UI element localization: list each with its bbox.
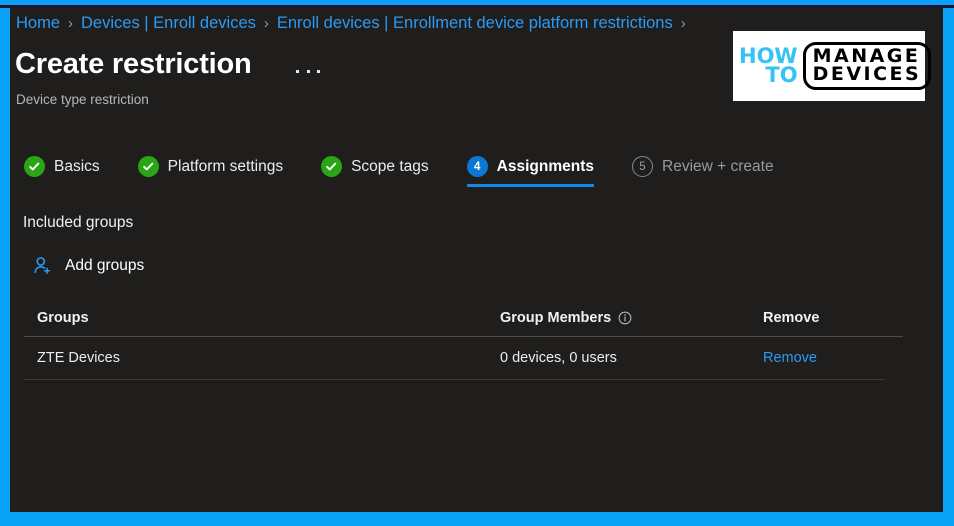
window-border-right (943, 0, 954, 526)
tab-platform-settings[interactable]: Platform settings (137, 156, 284, 187)
tab-assignments[interactable]: 4 Assignments (466, 156, 594, 187)
table-header-row: Groups Group Members Remove (24, 302, 903, 337)
howtomanagedevices-logo: HOW TO MANAGE DEVICES (733, 31, 932, 101)
breadcrumb-item-home[interactable]: Home (16, 14, 60, 33)
info-icon[interactable] (618, 311, 632, 325)
add-groups-label: Add groups (65, 257, 145, 274)
tab-review-create-label: Review + create (662, 157, 774, 175)
breadcrumb: Home › Devices | Enroll devices › Enroll… (16, 11, 694, 35)
kebab-dot (306, 69, 310, 73)
page-subtitle: Device type restriction (16, 92, 149, 107)
active-tab-underline (466, 184, 594, 187)
column-header-group-members: Group Members (500, 310, 763, 326)
check-icon (321, 156, 343, 177)
kebab-dot (317, 69, 320, 73)
table-row: ZTE Devices 0 devices, 0 users Remove (24, 337, 885, 380)
page-title: Create restriction (15, 48, 252, 80)
tab-scope-tags-label: Scope tags (351, 157, 429, 175)
column-header-remove: Remove (763, 310, 820, 326)
tab-basics[interactable]: Basics (24, 156, 100, 187)
tab-basics-label: Basics (54, 157, 100, 175)
section-title-included-groups: Included groups (23, 214, 134, 231)
check-icon (24, 156, 45, 177)
included-groups-table: Groups Group Members Remove ZTE Devices (24, 302, 903, 380)
add-groups-button[interactable]: Add groups (32, 255, 144, 277)
app-window: Home › Devices | Enroll devices › Enroll… (0, 0, 954, 526)
breadcrumb-separator-icon: › (68, 14, 74, 32)
logo-device-outline: MANAGE DEVICES (802, 42, 932, 90)
logo-to-text: TO (765, 63, 798, 87)
tab-review-create[interactable]: 5 Review + create (632, 156, 774, 187)
window-border-left (0, 0, 10, 526)
cell-remove: Remove (763, 350, 893, 366)
breadcrumb-separator-icon: › (680, 14, 686, 32)
cell-group-name: ZTE Devices (37, 350, 120, 366)
step-number-badge: 4 (466, 156, 488, 177)
step-number-badge: 5 (632, 156, 653, 177)
column-header-group-members-label: Group Members (500, 310, 612, 326)
logo-howto-text: HOW TO (739, 45, 798, 87)
tab-platform-settings-label: Platform settings (167, 157, 284, 175)
cell-group-members: 0 devices, 0 users (500, 350, 617, 366)
breadcrumb-item-devices-enroll-devices[interactable]: Devices | Enroll devices (81, 14, 256, 33)
tab-assignments-label: Assignments (496, 157, 594, 175)
remove-link[interactable]: Remove (763, 350, 817, 366)
add-user-icon (32, 255, 54, 277)
wizard-step-list: Basics Platform settings Scope tags 4 As… (24, 156, 812, 198)
check-icon (137, 156, 159, 177)
window-border-bottom (0, 512, 954, 526)
more-options-icon[interactable] (296, 64, 320, 78)
tab-scope-tags[interactable]: Scope tags (321, 156, 429, 187)
kebab-dot (296, 69, 299, 73)
page-canvas: Home › Devices | Enroll devices › Enroll… (10, 8, 943, 512)
breadcrumb-item-enrollment-device-platform-restrictions[interactable]: Enroll devices | Enrollment device platf… (277, 14, 673, 33)
breadcrumb-separator-icon: › (263, 14, 269, 32)
column-header-groups: Groups (37, 310, 89, 326)
logo-devices-text: DEVICES (812, 63, 922, 85)
